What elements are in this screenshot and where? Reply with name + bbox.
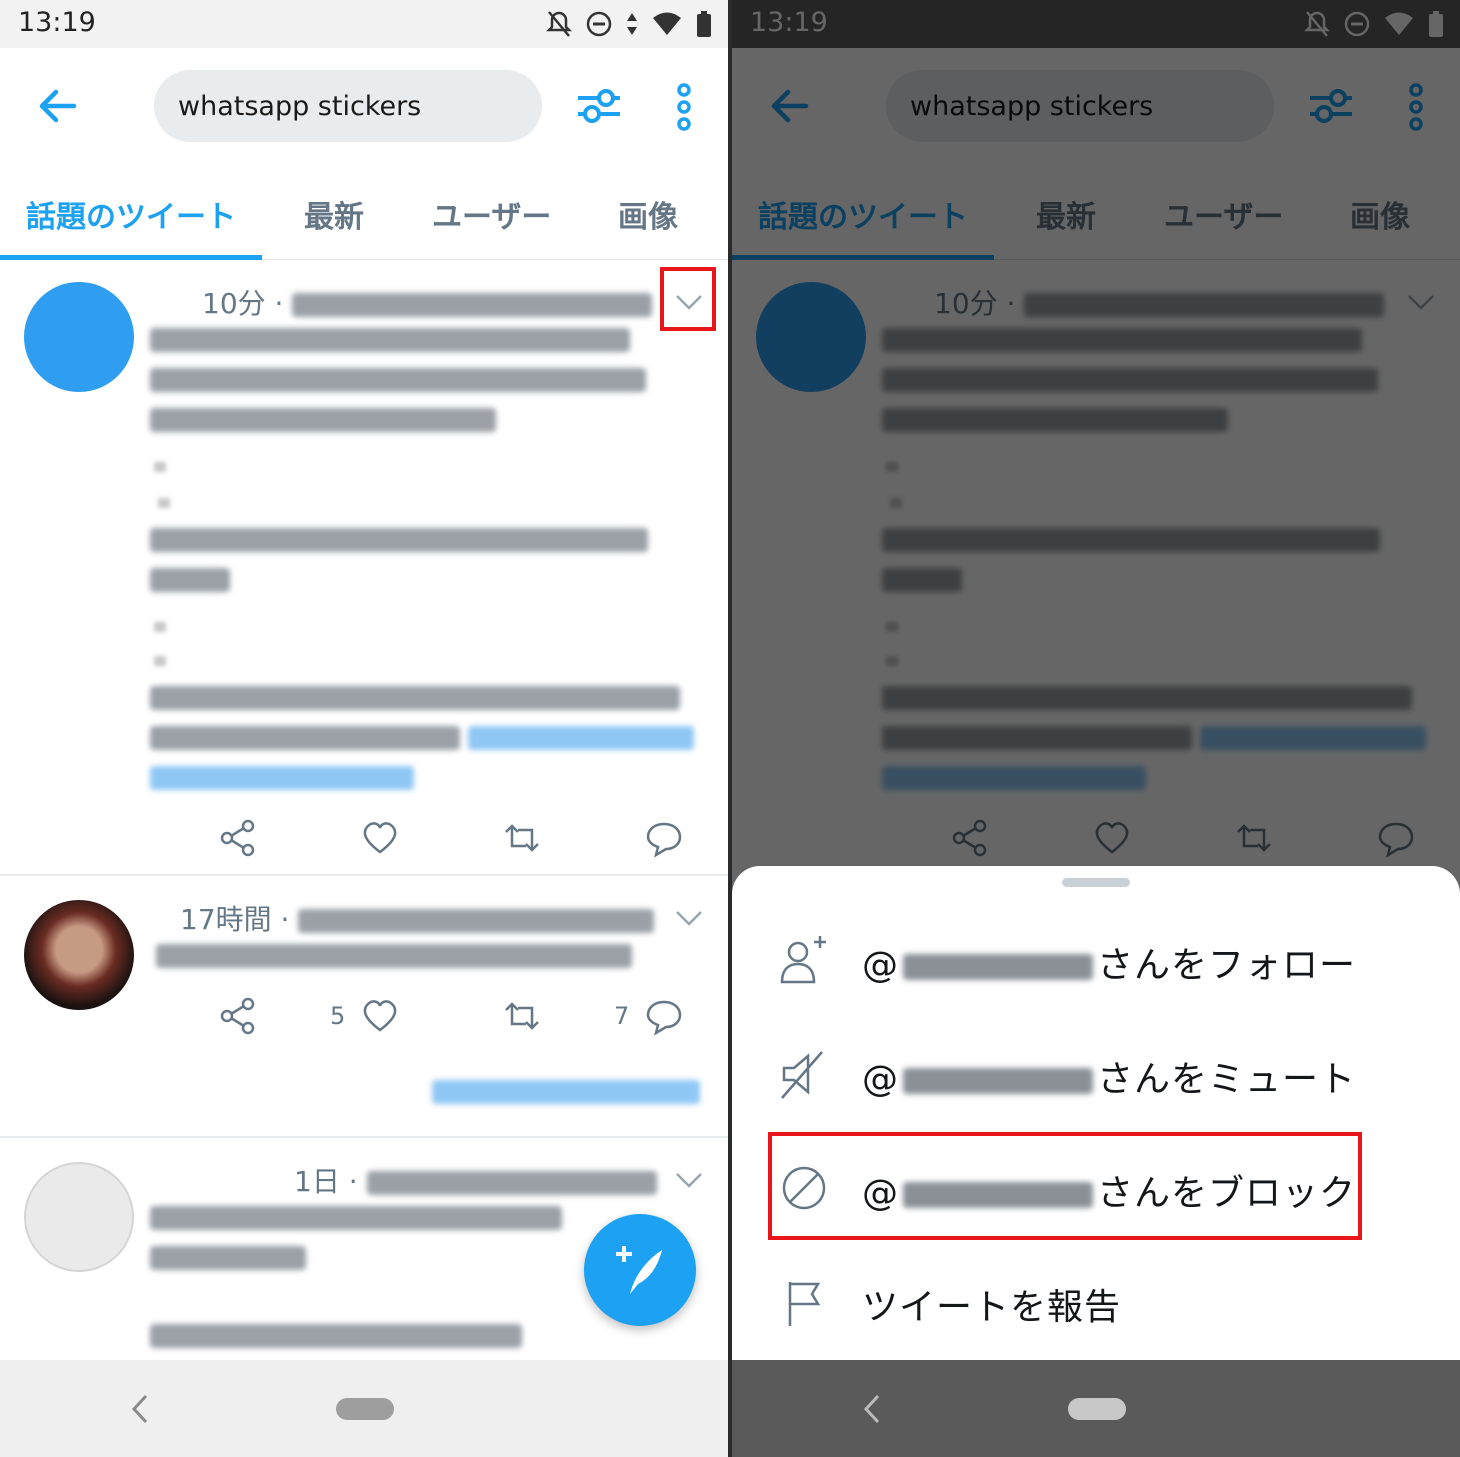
- filter-icon: [578, 89, 620, 123]
- tweet-meta: 17時間 ·: [180, 898, 655, 938]
- chevron-down-icon[interactable]: [674, 1170, 704, 1190]
- tweet-text-dot: [154, 656, 166, 666]
- wifi-icon: [653, 12, 681, 35]
- tweet-text-line: [150, 568, 230, 592]
- follow-icon: [780, 936, 826, 984]
- avatar[interactable]: [24, 1162, 134, 1272]
- tweet-text-line: [150, 726, 694, 750]
- like-count: 5: [330, 1002, 346, 1030]
- reply-icon[interactable]: [644, 818, 684, 858]
- tweet-options-sheet: @ さんをフォロー @ さんをミュート @ さんをブロック ツイートを報告: [732, 866, 1460, 1360]
- heart-icon[interactable]: [360, 818, 400, 858]
- report-flag-icon: [788, 1282, 821, 1326]
- status-bar: 13:19: [0, 0, 728, 48]
- user-handle-redacted: [903, 954, 1093, 980]
- retweet-icon[interactable]: [500, 818, 544, 858]
- at-sign: @: [862, 1059, 899, 1100]
- tweet-text-line: [150, 1246, 306, 1270]
- tweet-text-line: [150, 1206, 562, 1230]
- tweet-meta: 10分 ·: [202, 282, 653, 322]
- tweet-text-line: [150, 368, 646, 392]
- back-button[interactable]: [30, 84, 86, 128]
- tweet-text-line: [150, 1324, 522, 1348]
- heart-icon[interactable]: [360, 996, 400, 1036]
- back-arrow-icon: [39, 89, 77, 123]
- report-tweet-option[interactable]: ツイートを報告: [732, 1248, 1460, 1358]
- tweet-time: 17時間 ·: [180, 903, 290, 936]
- home-button[interactable]: [336, 1398, 394, 1420]
- follow-label-text: さんをフォロー: [1097, 945, 1357, 986]
- tab-images[interactable]: 画像: [618, 192, 678, 236]
- tweet-link[interactable]: [468, 726, 694, 750]
- tweet-text-dot: [154, 622, 166, 632]
- tab-top-tweets[interactable]: 話題のツイート: [26, 192, 236, 236]
- active-tab-indicator: [0, 255, 262, 260]
- tab-latest[interactable]: 最新: [304, 192, 364, 236]
- reply-icon[interactable]: [644, 996, 684, 1036]
- more-options-button[interactable]: [672, 82, 696, 132]
- dnd-icon: [586, 11, 612, 37]
- tab-users[interactable]: ユーザー: [432, 192, 551, 236]
- user-name-redacted: [366, 1171, 657, 1195]
- more-vert-icon: [677, 83, 691, 131]
- mute-label-text: さんをミュート: [1097, 1059, 1357, 1100]
- left-screen: 13:19 話題のツイート 最新 ユーザー 画像 1: [0, 0, 728, 1457]
- filter-button[interactable]: [574, 84, 624, 128]
- battery-icon: [697, 11, 711, 37]
- user-name-redacted: [298, 909, 655, 933]
- compose-tweet-button[interactable]: [584, 1214, 696, 1326]
- follow-label: @ さんをフォロー: [862, 936, 1356, 988]
- follow-user-option[interactable]: @ さんをフォロー: [732, 906, 1460, 1016]
- at-sign: @: [862, 945, 899, 986]
- user-handle-redacted: [903, 1068, 1093, 1094]
- home-button[interactable]: [1068, 1398, 1126, 1420]
- data-arrows-icon: [627, 13, 637, 35]
- tweet-time: 10分 ·: [202, 287, 284, 320]
- tweet-time: 1日 ·: [294, 1165, 358, 1198]
- tweet-text-line: [150, 328, 630, 352]
- mute-label: @ さんをミュート: [862, 1050, 1356, 1102]
- mute-icon: [781, 1051, 823, 1099]
- highlight-box: [768, 1132, 1362, 1240]
- search-field[interactable]: [154, 70, 542, 142]
- tweet-text-line: [150, 686, 680, 710]
- tweet-text-dot: [154, 462, 166, 472]
- highlight-box: [660, 267, 716, 331]
- tweet-link[interactable]: [150, 766, 414, 790]
- tweet-text-line: [156, 944, 632, 968]
- share-icon[interactable]: [218, 818, 258, 858]
- right-screen: 13:19 話題のツイート 最新 ユーザー 画像 10分 ·: [732, 0, 1460, 1457]
- system-back-icon[interactable]: [862, 1392, 882, 1426]
- report-label: ツイートを報告: [862, 1287, 1122, 1328]
- system-back-icon[interactable]: [130, 1392, 150, 1426]
- tweet-meta: 1日 ·: [294, 1160, 657, 1200]
- compose-icon: [616, 1246, 662, 1294]
- mute-user-option[interactable]: @ さんをミュート: [732, 1020, 1460, 1130]
- user-name-redacted: [292, 293, 653, 317]
- avatar[interactable]: [24, 282, 134, 392]
- sheet-grabber[interactable]: [1062, 878, 1130, 887]
- show-thread-link[interactable]: [432, 1080, 700, 1104]
- chevron-down-icon[interactable]: [674, 908, 704, 928]
- reply-count: 7: [614, 1002, 630, 1030]
- status-time: 13:19: [18, 7, 96, 38]
- search-app-bar: [0, 48, 728, 166]
- tweet-card[interactable]: 17時間 · 5 7: [0, 876, 728, 1136]
- notifications-off-icon: [546, 11, 572, 37]
- share-icon[interactable]: [218, 996, 258, 1036]
- avatar[interactable]: [24, 900, 134, 1010]
- tweet-card[interactable]: 10分 ·: [0, 262, 728, 874]
- tweet-text-dot: [158, 498, 170, 508]
- status-icons: [546, 10, 712, 38]
- tweet-text-line: [150, 408, 496, 432]
- search-tabs: 話題のツイート 最新 ユーザー 画像: [0, 166, 728, 260]
- retweet-icon[interactable]: [500, 996, 544, 1036]
- system-nav-bar: [0, 1360, 728, 1457]
- search-input[interactable]: [154, 70, 542, 142]
- tweet-text-line: [150, 528, 648, 552]
- system-nav-bar: [732, 1360, 1460, 1457]
- tweet-text-line: [150, 766, 414, 790]
